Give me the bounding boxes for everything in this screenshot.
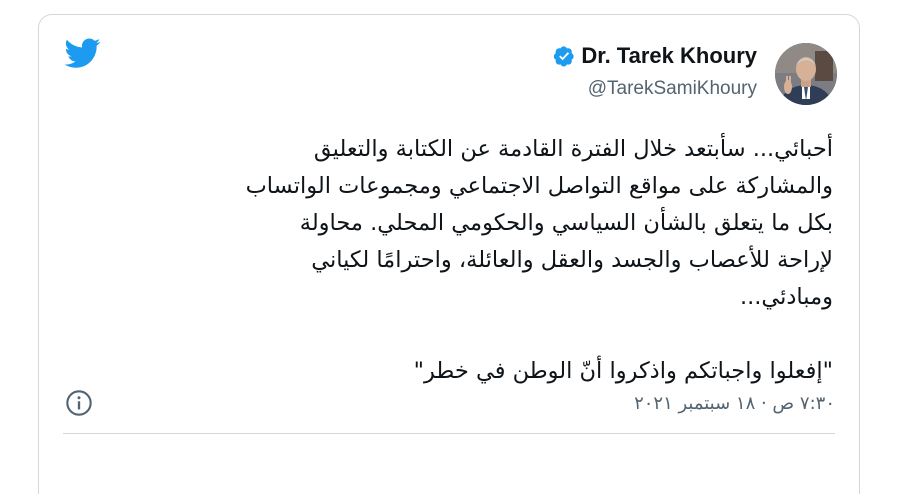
tweet-line: ومبادئي... [739,284,833,310]
tweet-line: بكل ما يتعلق بالشأن السياسي والحكومي الم… [299,210,833,236]
tweet-line: أحبائي... سأبتعد خلال الفترة القادمة عن … [313,136,833,162]
verified-badge-icon [554,46,574,67]
twitter-bird-icon[interactable] [65,35,101,71]
tweet-line: لإراحة للأعصاب والجسد والعقل والعائلة، و… [311,247,833,273]
author-handle[interactable]: @TarekSamiKhoury [588,78,757,100]
tweet-line: والمشاركة على مواقع التواصل الاجتماعي وم… [245,173,833,199]
avatar[interactable] [775,43,837,105]
tweet-text: أحبائي... سأبتعد خلال الفترة القادمة عن … [73,131,833,390]
author-name-row[interactable]: Dr. Tarek Khoury [553,43,757,69]
divider [63,433,835,434]
tweet-quote: "إفعلوا واجباتكم واذكروا أنّ الوطن في خط… [413,358,833,384]
author-name[interactable]: Dr. Tarek Khoury [581,43,757,69]
info-icon[interactable] [65,389,93,417]
tweet-timestamp[interactable]: ٧:٣٠ ص · ١٨ سبتمبر ٢٠٢١ [634,393,835,414]
avatar-portrait-icon [775,43,837,105]
tweet-card: Dr. Tarek Khoury @TarekSamiKhoury أحبائي… [38,14,860,494]
